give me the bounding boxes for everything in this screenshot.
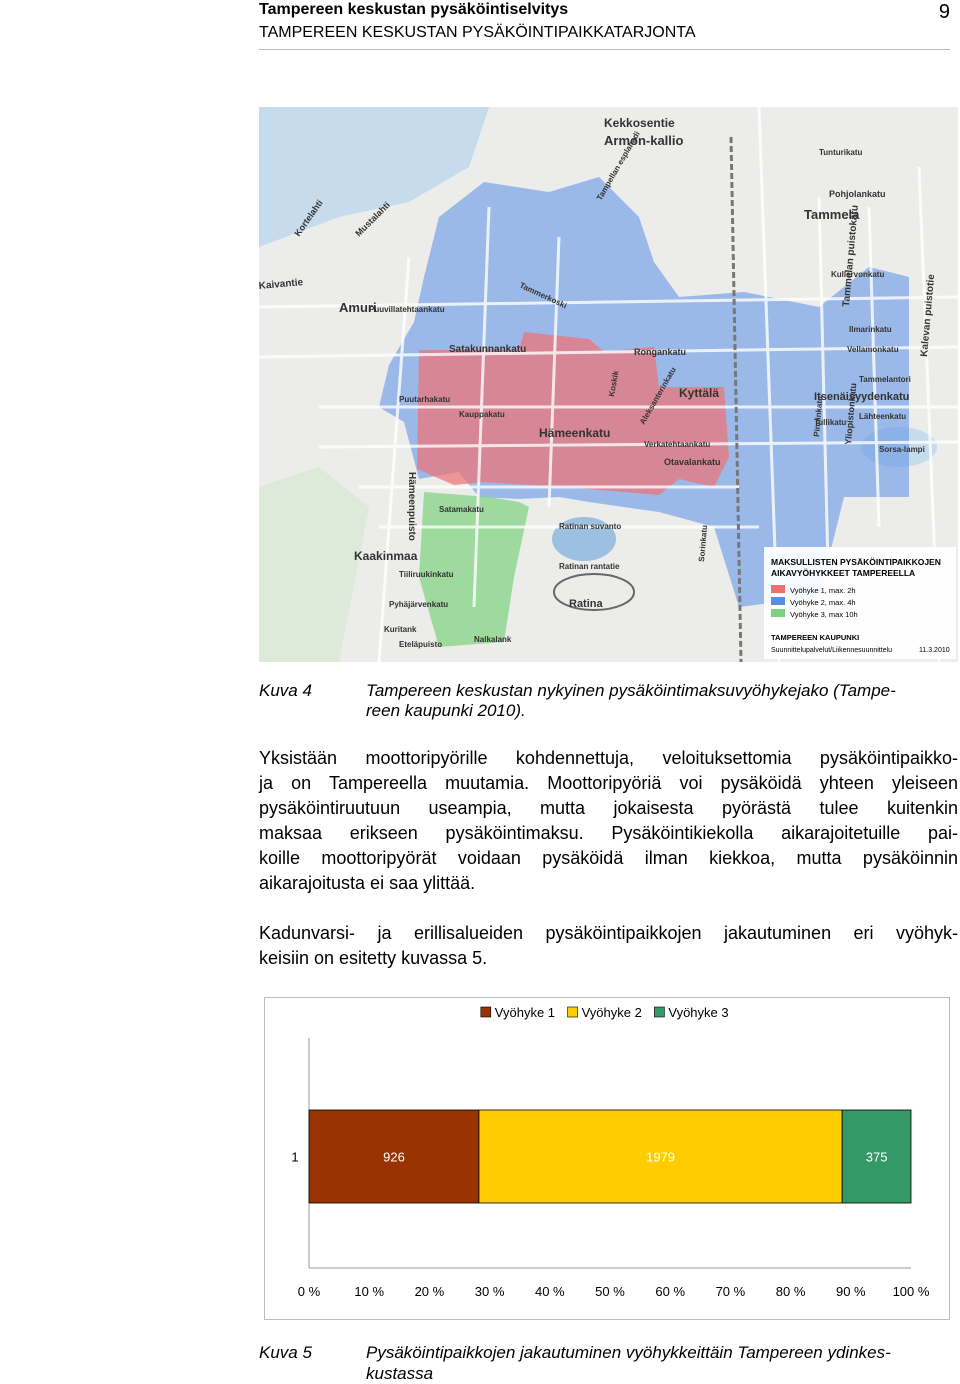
map-date: 11.3.2010 [919,647,950,654]
map-street-label: Otavalankatu [664,457,721,467]
figure4-label: Kuva 4 [259,681,312,700]
category-label: 1 [291,1150,298,1165]
paragraph-2-line-1: Kadunvarsi- ja erillisalueiden pysäköint… [259,923,958,943]
legend-swatch-zone1 [771,585,785,593]
legend-swatch [480,1006,492,1018]
x-tick-label: 40 % [535,1284,565,1299]
paragraph-1-line-1: Yksistään moottoripyörille kohdennettuja… [259,748,958,768]
parking-zone-map: Kekkosentie Armon-kallio Tunturikatu Pohjol… [259,107,958,662]
map-street-label: Vellamonkatu [847,345,899,354]
legend-swatch [654,1006,665,1018]
map-street-label: Hämeenkatu [539,426,610,440]
map-street-label: Tammelantori [859,375,911,384]
paragraph-1-line-2: ja on Tampereella muutamia. Moottoripyör… [259,773,958,793]
map-street-label: Puutarhakatu [399,395,450,404]
legend-item-zone3: Vyöhyke 3, max 10h [790,610,858,619]
figure4-caption-line2: reen kaupunki 2010). [366,701,526,720]
document-subtitle: TAMPEREEN KESKUSTAN PYSÄKÖINTIPAIKKATARJ… [259,24,696,41]
map-street-label: Kekkosentie [604,116,675,130]
legend-swatch [567,1006,578,1018]
x-tick-label: 60 % [655,1284,685,1299]
map-street-label: Ratina [569,598,604,610]
map-street-label: Tunturikatu [819,148,863,157]
x-tick-label: 0 % [298,1284,321,1299]
map-street-label: Kyttälä [679,386,719,400]
paragraph-1-line-6: aikarajoitusta ei saa ylittää. [259,873,476,893]
x-tick-label: 30 % [475,1284,505,1299]
map-street-label: Itsenäisyydenkatu [814,391,909,403]
paragraph-1-line-4: maksaa erikseen pysäköintimaksu. Pysäköi… [259,823,958,843]
map-org: TAMPEREEN KAUPUNKI [771,633,859,642]
map-street-label: Verkatehtaankatu [644,440,710,449]
x-tick-label: 50 % [595,1284,625,1299]
map-street-label: Armon-kallio [604,133,684,148]
legend-swatch-zone3 [771,609,785,617]
map-street-label: Kaakinmaa [354,549,418,563]
x-tick-label: 10 % [354,1284,384,1299]
legend-label: Vyöhyke 3 [668,1005,728,1020]
map-street-label: Tullikatu [814,418,846,427]
map-street-label: Eteläpuisto [399,640,442,649]
map-street-label: Satakunnankatu [449,344,526,355]
paragraph-2-line-2: keisiin on esitetty kuvassa 5. [259,948,488,968]
map-street-label: Ratinan rantatie [559,562,620,571]
map-street-label: Kullervonkatu [831,270,884,279]
map-street-label: Hämeenpuisto [406,472,417,541]
map-street-label: Kauppakatu [459,410,505,419]
legend-item-zone1: Vyöhyke 1, max. 2h [790,586,856,595]
data-label: 926 [383,1150,405,1165]
map-street-label: Tiiliruukinkatu [399,570,454,579]
zone-distribution-chart: Vyöhyke 1 Vyöhyke 2 Vyöhyke 3 926 1979 375 1 0 … [264,997,950,1320]
figure5-label: Kuva 5 [259,1343,312,1362]
x-tick-label: 20 % [415,1284,445,1299]
map-street-label: Pyhäjärvenkatu [389,600,448,609]
map-street-label: Satamakatu [439,505,484,514]
document-title: Tampereen keskustan pysäköintiselvitys [259,1,569,18]
map-street-label: Ilmarinkatu [849,325,892,334]
map-dept: Suunnittelupalvelut/Liikennesuunnittelu [771,647,892,654]
map-street-label: Nalkalank [474,635,512,644]
paragraph-1-line-5: koille moottoripyörät voidaan pysäköidä … [259,848,958,868]
map-street-label: Sorsa-lampi [879,445,925,454]
x-tick-label: 90 % [836,1284,866,1299]
page-number: 9 [938,1,950,23]
figure4-caption-line1: Tampereen keskustan nykyinen pysäköintim… [366,681,896,700]
x-tick-label: 100 % [893,1284,930,1299]
map-street-label: Ratinan suvanto [559,522,621,531]
data-label: 375 [866,1150,888,1165]
map-graphic: Kekkosentie Armon-kallio Tunturikatu Pohjol… [259,107,958,662]
x-tick-label: 80 % [776,1284,806,1299]
map-street-label: Pohjolankatu [829,189,886,199]
map-street-label: Rongankatu [634,347,686,357]
x-tick-label: 70 % [716,1284,746,1299]
data-label: 1979 [646,1150,675,1165]
legend-label: Vyöhyke 1 [495,1005,555,1020]
map-street-label: Kuritank [384,625,417,634]
figure5-caption-line1: Pysäköintipaikkojen jakautuminen vyöhykk… [366,1343,891,1362]
legend-swatch-zone2 [771,597,785,605]
legend-title-1: MAKSULLISTEN PYSÄKÖINTIPAIKKOJEN [771,557,941,567]
map-street-label: Lähteenkatu [859,412,906,421]
paragraph-1-line-3: pysäköintiruutuun useampia, mutta jokais… [259,798,958,818]
legend-label: Vyöhyke 2 [582,1005,642,1020]
legend-title-2: AIKAVYÖHYKKEET TAMPEREELLA [771,568,915,578]
legend-item-zone2: Vyöhyke 2, max. 4h [790,598,856,607]
figure5-caption-line2: kustassa [366,1364,434,1383]
map-street-label: Puuvillatehtaankatu [369,305,445,314]
chart-svg: Vyöhyke 1 Vyöhyke 2 Vyöhyke 3926 1979 37510 … [291,1005,930,1299]
header-divider [259,49,950,50]
